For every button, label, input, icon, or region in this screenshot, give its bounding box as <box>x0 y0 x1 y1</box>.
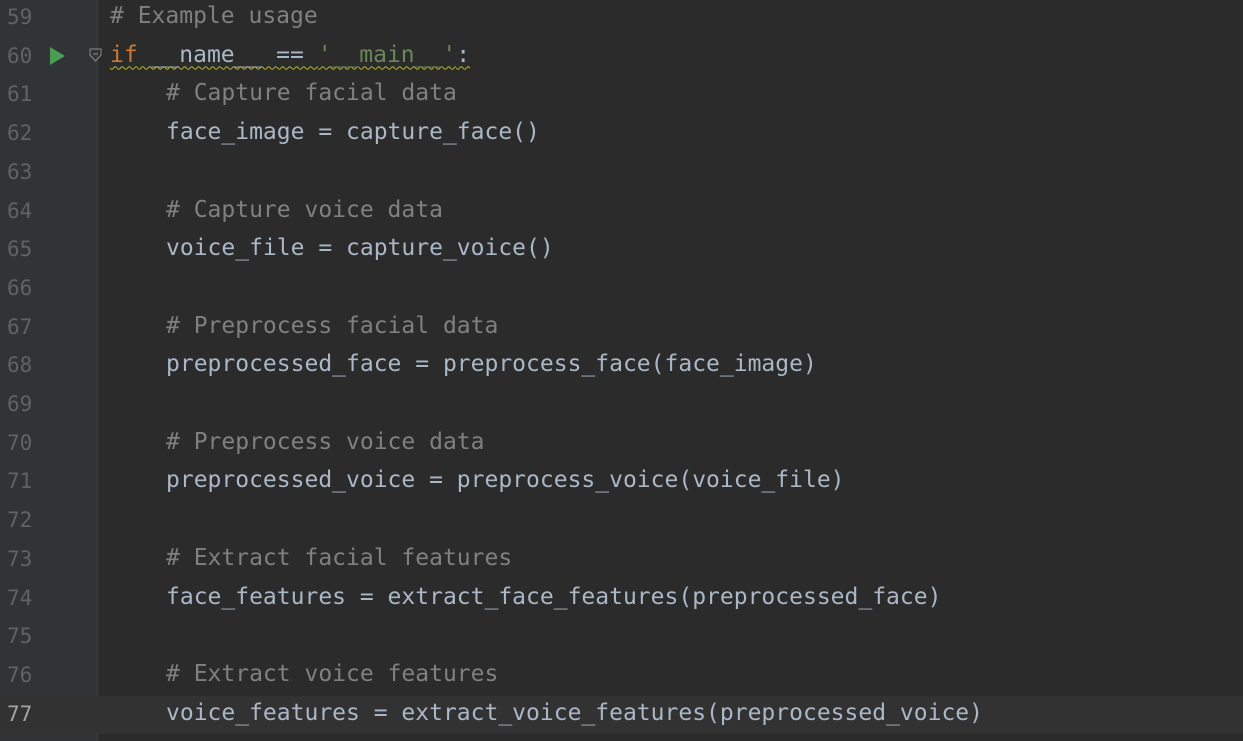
code-text[interactable]: # Capture facial data <box>166 76 457 115</box>
line-number[interactable]: 77 <box>7 696 32 735</box>
code-text[interactable]: # Example usage <box>110 0 318 38</box>
code-line-68[interactable]: 68 preprocessed_face = preprocess_face(fa… <box>0 347 1243 386</box>
code-text[interactable]: voice_file = capture_voice() <box>166 231 554 270</box>
line-number[interactable]: 71 <box>7 463 32 502</box>
line-number[interactable]: 76 <box>7 657 32 696</box>
code-line-75[interactable]: 75 <box>0 618 1243 657</box>
code-line-65[interactable]: 65 voice_file = capture_voice() <box>0 231 1243 270</box>
code-line-70[interactable]: 70 # Preprocess voice data <box>0 425 1243 464</box>
code-line-67[interactable]: 67 # Preprocess facial data <box>0 309 1243 348</box>
line-number[interactable]: 67 <box>7 309 32 348</box>
token-plain: face_image = capture_face() <box>166 119 540 146</box>
line-number[interactable]: 70 <box>7 425 32 464</box>
line-number[interactable]: 68 <box>7 347 32 386</box>
code-text[interactable]: # Preprocess facial data <box>166 309 498 348</box>
token-comment: # Capture facial data <box>166 80 457 107</box>
code-text[interactable]: # Preprocess voice data <box>166 425 485 464</box>
line-number[interactable]: 65 <box>7 231 32 270</box>
token-plain: preprocessed_face = preprocess_face(face… <box>166 351 817 378</box>
token-comment: # Preprocess voice data <box>166 428 485 455</box>
code-line-71[interactable]: 71 preprocessed_voice = preprocess_voice(… <box>0 463 1243 502</box>
token-plain: preprocessed_voice = preprocess_voice(vo… <box>166 467 845 494</box>
run-triangle-icon[interactable] <box>50 46 65 65</box>
line-number[interactable]: 62 <box>7 115 32 154</box>
token-plain: face_features = extract_face_features(pr… <box>166 583 942 610</box>
code-line-66[interactable]: 66 <box>0 270 1243 309</box>
token-comment: # Extract facial features <box>166 544 513 571</box>
code-text[interactable]: voice_features = extract_voice_features(… <box>166 696 983 735</box>
code-text[interactable]: preprocessed_voice = preprocess_voice(vo… <box>166 463 845 502</box>
code-line-74[interactable]: 74 face_features = extract_face_features(… <box>0 580 1243 619</box>
code-line-76[interactable]: 76 # Extract voice features <box>0 657 1243 696</box>
line-number[interactable]: 69 <box>7 386 32 425</box>
line-number[interactable]: 73 <box>7 541 32 580</box>
token-keyword: if <box>110 41 138 68</box>
line-number[interactable]: 66 <box>7 270 32 309</box>
line-number[interactable]: 64 <box>7 193 32 232</box>
line-number[interactable]: 59 <box>7 0 32 38</box>
token-comment: # Capture voice data <box>166 196 443 223</box>
code-text[interactable]: # Extract voice features <box>166 657 498 696</box>
code-line-64[interactable]: 64 # Capture voice data <box>0 193 1243 232</box>
line-number[interactable]: 63 <box>7 154 32 193</box>
code-text[interactable]: # Extract facial features <box>166 541 512 580</box>
line-number[interactable]: 74 <box>7 580 32 619</box>
code-line-63[interactable]: 63 <box>0 154 1243 193</box>
code-line-62[interactable]: 62 face_image = capture_face() <box>0 115 1243 154</box>
code-line-61[interactable]: 61 # Capture facial data <box>0 76 1243 115</box>
code-text[interactable]: face_image = capture_face() <box>166 115 540 154</box>
token-plain: __name__ == <box>137 41 318 68</box>
token-comment: # Preprocess facial data <box>166 312 499 339</box>
token-comment: # Extract voice features <box>166 660 499 687</box>
fold-arrow-icon[interactable] <box>89 48 102 62</box>
token-plain: : <box>456 41 471 68</box>
code-line-72[interactable]: 72 <box>0 502 1243 541</box>
code-line-77[interactable]: 77 voice_features = extract_voice_feature… <box>0 695 1243 735</box>
token-plain: voice_features = extract_voice_features(… <box>166 699 983 726</box>
token-string: '__main__' <box>317 41 457 68</box>
line-number[interactable]: 61 <box>7 76 32 115</box>
token-plain: voice_file = capture_voice() <box>166 235 554 262</box>
token-comment: # Example usage <box>110 3 318 29</box>
code-line-59[interactable]: 59 # Example usage <box>0 0 1243 38</box>
code-line-69[interactable]: 69 <box>0 386 1243 425</box>
code-text[interactable]: if __name__ == '__main__': <box>110 38 470 77</box>
code-text[interactable]: # Capture voice data <box>166 193 443 232</box>
code-line-73[interactable]: 73 # Extract facial features <box>0 541 1243 580</box>
code-text[interactable]: preprocessed_face = preprocess_face(face… <box>166 347 817 386</box>
code-line-60[interactable]: 60 if __name__ == '__main__': <box>0 38 1243 77</box>
line-number[interactable]: 75 <box>7 618 32 657</box>
code-editor[interactable]: 59 # Example usage 60 if __name__ == '__mai… <box>0 0 1243 741</box>
line-number[interactable]: 60 <box>7 38 32 77</box>
line-number[interactable]: 72 <box>7 502 32 541</box>
code-text[interactable]: face_features = extract_face_features(pr… <box>166 580 941 619</box>
